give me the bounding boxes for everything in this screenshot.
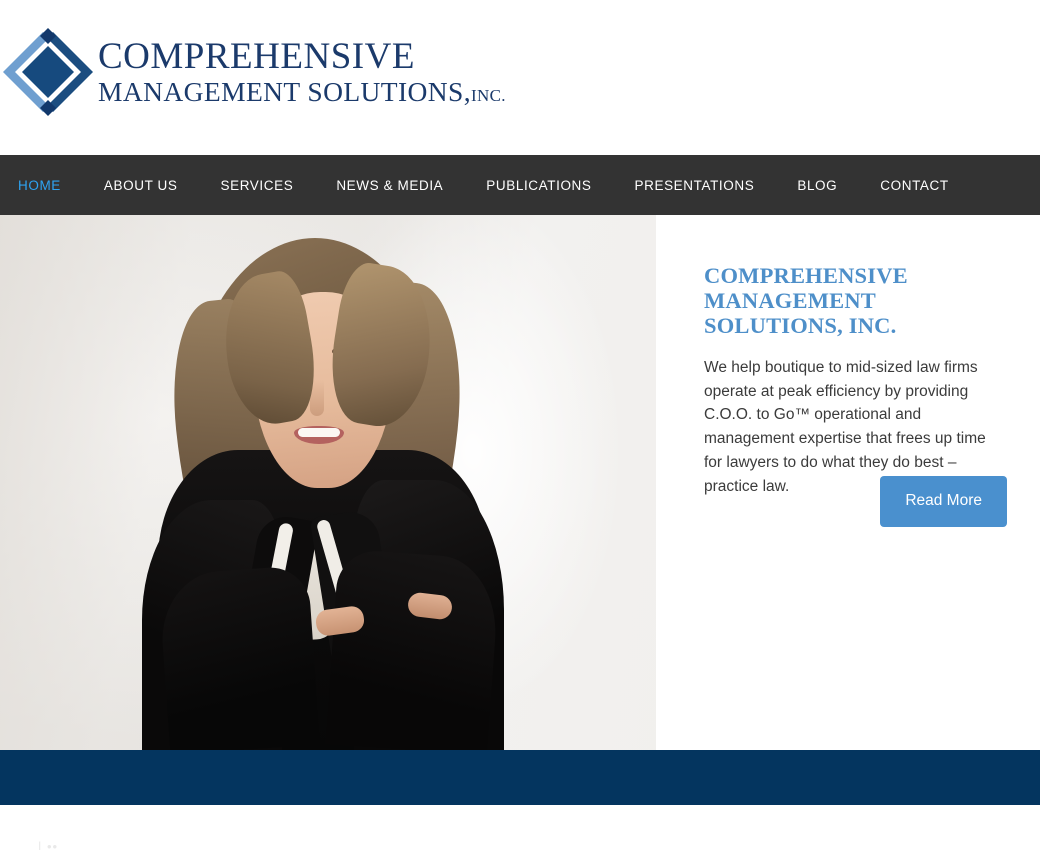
diamond-logo-mark-icon <box>0 28 96 116</box>
hero-section: COMPREHENSIVE MANAGEMENT SOLUTIONS, INC.… <box>0 215 1040 750</box>
hero-portrait-image <box>0 215 656 750</box>
nav-item-news-media[interactable]: NEWS & MEDIA <box>336 178 443 193</box>
nav-item-home[interactable]: HOME <box>18 178 61 193</box>
arm-left <box>157 564 321 750</box>
nav-item-contact[interactable]: CONTACT <box>880 178 948 193</box>
page-bottom-strip: | •• <box>0 805 1040 850</box>
logo-inc-suffix: INC. <box>471 86 506 106</box>
nav-item-blog[interactable]: BLOG <box>797 178 837 193</box>
site-header: COMPREHENSIVE MANAGEMENT SOLUTIONS,INC. <box>0 0 1040 155</box>
logo-line-2-main: MANAGEMENT SOLUTIONS, <box>98 76 472 108</box>
teeth <box>298 428 340 437</box>
logo-line-2: MANAGEMENT SOLUTIONS,INC. <box>98 78 506 106</box>
navy-divider-band <box>0 750 1040 805</box>
arm-right <box>325 548 501 750</box>
portrait-subject <box>118 230 538 750</box>
nav-item-presentations[interactable]: PRESENTATIONS <box>635 178 755 193</box>
nav-item-about-us[interactable]: ABOUT US <box>104 178 178 193</box>
logo-line-1: COMPREHENSIVE <box>98 36 415 78</box>
site-logo[interactable]: COMPREHENSIVE MANAGEMENT SOLUTIONS,INC. <box>0 28 506 116</box>
main-navigation: HOME ABOUT US SERVICES NEWS & MEDIA PUBL… <box>0 155 1040 215</box>
hero-title: COMPREHENSIVE MANAGEMENT SOLUTIONS, INC. <box>704 263 908 338</box>
nav-item-publications[interactable]: PUBLICATIONS <box>486 178 591 193</box>
hero-text-panel: COMPREHENSIVE MANAGEMENT SOLUTIONS, INC.… <box>656 215 1040 750</box>
clipped-content-hint: | •• <box>38 839 59 850</box>
nav-item-services[interactable]: SERVICES <box>220 178 293 193</box>
read-more-button[interactable]: Read More <box>880 476 1007 527</box>
logo-wordmark: COMPREHENSIVE MANAGEMENT SOLUTIONS,INC. <box>98 38 506 106</box>
